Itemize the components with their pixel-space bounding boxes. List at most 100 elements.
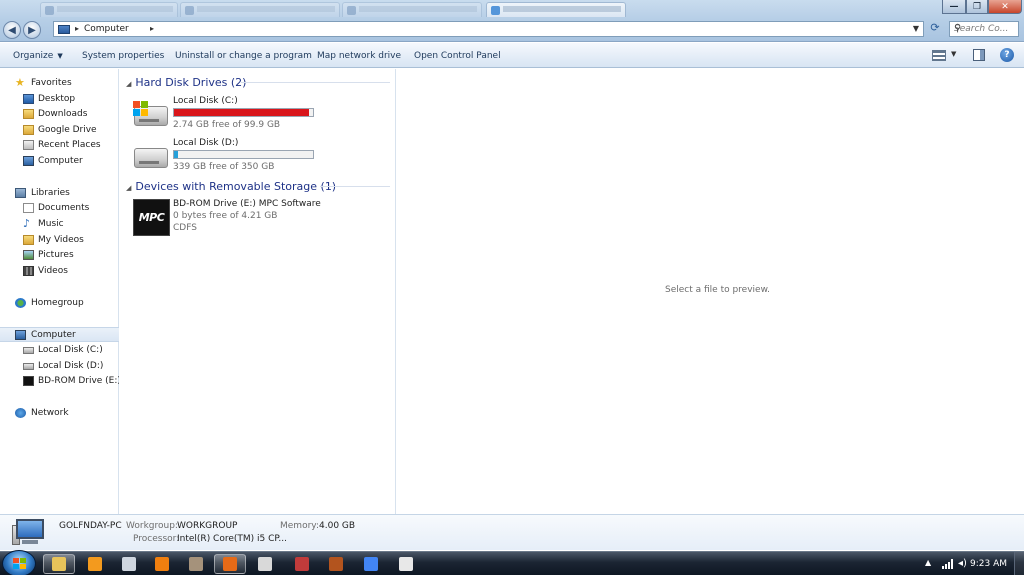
taskbar-app-illustrator[interactable] [146, 554, 178, 574]
help-icon[interactable]: ? [1000, 48, 1014, 62]
view-options-dropdown-icon[interactable]: ▼ [951, 50, 956, 58]
computer-name: GOLFNDAY-PC [59, 521, 122, 531]
pictures-icon [23, 250, 34, 260]
nav-network[interactable]: Network [0, 406, 119, 421]
breadcrumb-expand-icon[interactable]: ▸ [150, 24, 154, 33]
pointer-app-icon [122, 557, 136, 571]
change-view-icon[interactable] [932, 50, 946, 61]
downloads-folder-icon [23, 109, 34, 119]
show-desktop-button[interactable] [1014, 552, 1024, 575]
nav-homegroup[interactable]: Homegroup [0, 296, 119, 311]
drive-usage-bar [173, 150, 314, 159]
nav-label: Favorites [31, 78, 72, 88]
recent-places-icon [23, 140, 34, 150]
start-button[interactable] [2, 550, 36, 575]
nav-computer[interactable]: Computer [0, 327, 119, 342]
hard-drive-icon [134, 148, 168, 168]
taskbar-app-media-player[interactable] [79, 554, 111, 574]
breadcrumb-separator-icon[interactable]: ▸ [75, 24, 79, 33]
volume-icon[interactable]: ◂) [958, 558, 967, 569]
illustrator-icon [155, 557, 169, 571]
show-hidden-icons-icon[interactable]: ▲ [925, 558, 931, 567]
google-drive-folder-icon [23, 125, 34, 135]
drive-item-c[interactable]: Local Disk (C:) 2.74 GB free of 99.9 GB [132, 96, 392, 132]
collapse-triangle-icon[interactable]: ◢ [126, 184, 131, 192]
taskbar-app-pointer-app[interactable] [113, 554, 145, 574]
drive-usage-fill [174, 109, 310, 116]
videos-icon [23, 266, 34, 276]
refresh-icon: ⟳ [930, 21, 940, 34]
nav-local-disk-c[interactable]: Local Disk (C:) [0, 343, 119, 358]
close-button[interactable]: ✕ [988, 0, 1022, 14]
forward-button[interactable]: ▶ [23, 21, 41, 39]
taskbar-app-calculator[interactable] [390, 554, 422, 574]
memory-label: Memory: [280, 521, 319, 531]
taskbar-app-firefox[interactable] [214, 554, 246, 574]
nav-local-disk-d[interactable]: Local Disk (D:) [0, 359, 119, 374]
system-clock[interactable]: 9:23 AM [970, 559, 1007, 569]
uninstall-program-button[interactable]: Uninstall or change a program [175, 51, 312, 61]
nav-recent-places[interactable]: Recent Places [0, 138, 119, 153]
minimize-button[interactable]: — [942, 0, 966, 14]
address-dropdown-icon[interactable]: ▼ [913, 24, 919, 33]
drive-free-space: 2.74 GB free of 99.9 GB [173, 120, 281, 130]
nav-bd-rom-drive[interactable]: BD-ROM Drive (E:) MPC Software [0, 374, 119, 389]
taskbar-app-chrome[interactable] [355, 554, 387, 574]
drive-item-d[interactable]: Local Disk (D:) 339 GB free of 350 GB [132, 138, 392, 174]
documents-icon [23, 203, 34, 213]
drive-usage-bar [173, 108, 314, 117]
mpc-disc-icon [23, 376, 34, 386]
taskbar-app-gimp[interactable] [180, 554, 212, 574]
nav-my-videos[interactable]: My Videos [0, 233, 119, 248]
nav-computer-favorite[interactable]: Computer [0, 154, 119, 169]
maximize-button[interactable]: ❐ [966, 0, 988, 14]
group-header-removable-storage[interactable]: ◢ Devices with Removable Storage (1) [126, 180, 336, 193]
breadcrumb-computer[interactable]: Computer [84, 24, 129, 34]
network-signal-icon[interactable] [942, 559, 954, 569]
group-divider [320, 186, 390, 187]
drive-free-space: 0 bytes free of 4.21 GB [173, 211, 278, 221]
refresh-button[interactable]: ⟳ [926, 21, 944, 37]
nav-label: My Videos [38, 235, 84, 245]
back-button[interactable]: ◀ [3, 21, 21, 39]
search-input[interactable]: Search Co... ⚲ [949, 21, 1019, 37]
nav-label: Local Disk (C:) [38, 345, 103, 355]
windows-logo-icon [133, 101, 149, 117]
app-9-icon [329, 557, 343, 571]
firefox-icon [223, 557, 237, 571]
system-properties-button[interactable]: System properties [82, 51, 164, 61]
open-control-panel-button[interactable]: Open Control Panel [414, 51, 501, 61]
nav-documents[interactable]: Documents [0, 201, 119, 216]
nav-label: Music [38, 219, 64, 229]
nav-downloads[interactable]: Downloads [0, 107, 119, 122]
nav-label: Pictures [38, 250, 74, 260]
group-header-hard-disk-drives[interactable]: ◢ Hard Disk Drives (2) [126, 76, 246, 89]
preview-pane-toggle-icon[interactable] [973, 49, 985, 61]
taskbar-app-app-9[interactable] [320, 554, 352, 574]
nav-desktop[interactable]: Desktop [0, 92, 119, 107]
map-network-drive-button[interactable]: Map network drive [317, 51, 401, 61]
nav-favorites[interactable]: ★ Favorites [0, 76, 119, 91]
nav-label: Computer [31, 330, 76, 340]
computer-icon [15, 330, 26, 340]
drive-name: Local Disk (C:) [173, 96, 238, 106]
taskbar-app-app-8[interactable] [286, 554, 318, 574]
taskbar-app-app-7[interactable] [249, 554, 281, 574]
nav-pictures[interactable]: Pictures [0, 248, 119, 263]
processor-value: Intel(R) Core(TM) i5 CP... [177, 534, 288, 544]
organize-button[interactable]: Organize ▼ [13, 51, 63, 61]
music-note-icon: ♪ [23, 217, 31, 230]
nav-libraries[interactable]: Libraries [0, 186, 119, 201]
group-divider [241, 82, 390, 83]
nav-videos[interactable]: Videos [0, 264, 119, 279]
mpc-software-icon: MPC [133, 199, 170, 236]
drive-item-bd-rom[interactable]: MPC BD-ROM Drive (E:) MPC Software 0 byt… [133, 199, 393, 236]
address-bar[interactable]: ▸ Computer ▸ ▼ [53, 21, 924, 37]
taskbar-app-explorer[interactable] [43, 554, 75, 574]
nav-google-drive[interactable]: Google Drive [0, 123, 119, 138]
nav-label: Computer [38, 156, 83, 166]
nav-music[interactable]: ♪ Music [0, 217, 119, 232]
collapse-triangle-icon[interactable]: ◢ [126, 80, 131, 88]
nav-label: Libraries [31, 188, 70, 198]
search-icon[interactable]: ⚲ [954, 23, 1015, 34]
